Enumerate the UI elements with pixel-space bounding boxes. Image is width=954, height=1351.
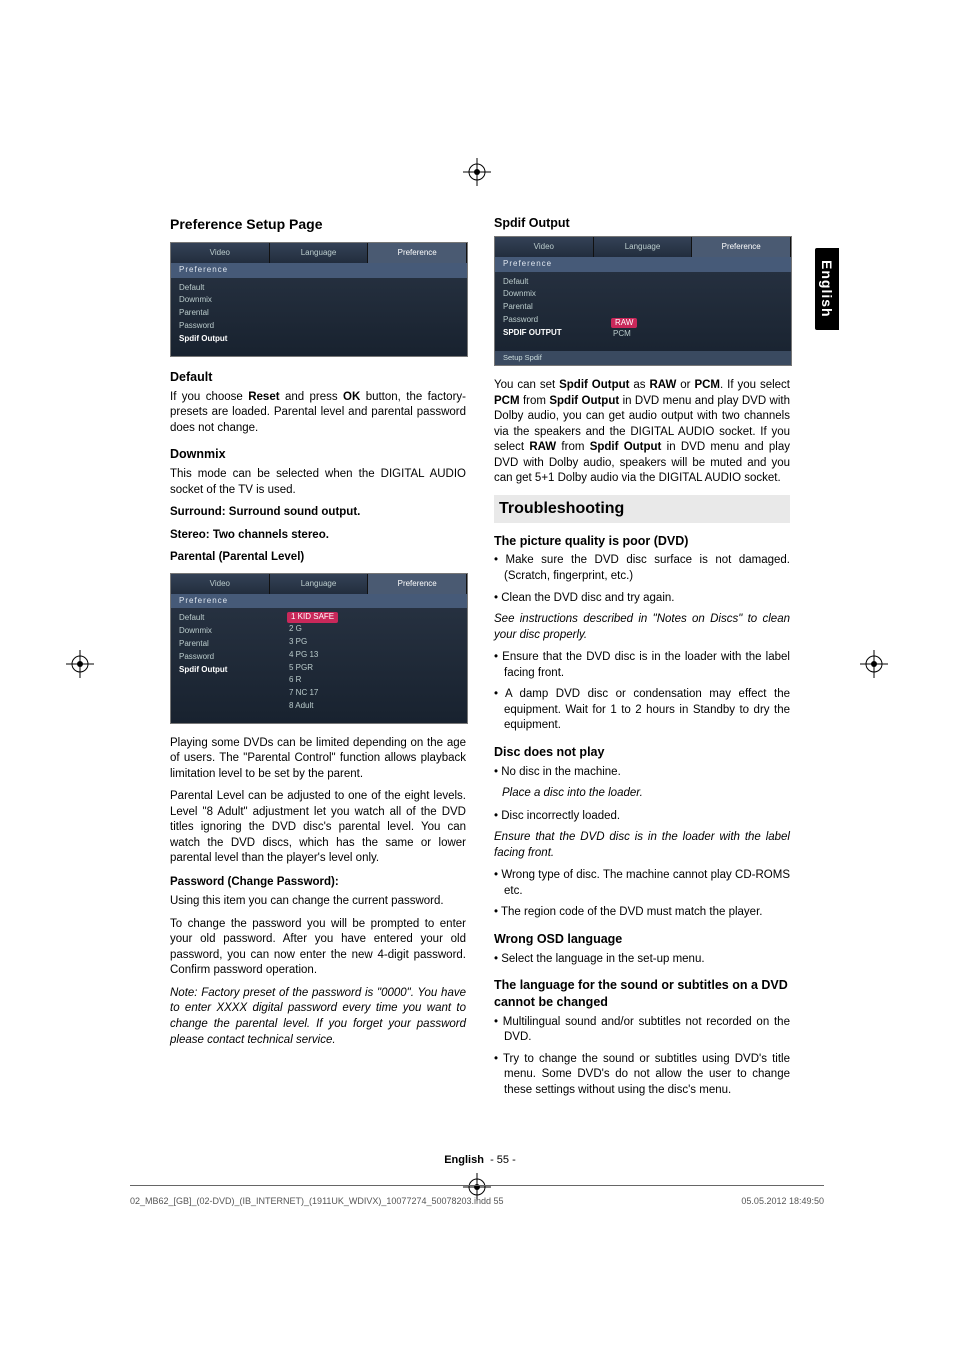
osd-screenshot-preference: Video Language Preference Preference Def… [170,242,468,357]
bold-line: Surround: Surround sound output. [170,505,466,521]
osd-tab-selected: Preference [692,237,791,257]
osd-item: Password [501,314,601,327]
heading-picture-poor: The picture quality is poor (DVD) [494,533,790,550]
heading-language-subtitles: The language for the sound or subtitles … [494,977,790,1011]
list-item: Clean the DVD disc and try again. [494,591,790,607]
print-filename: 02_MB62_[GB]_(02-DVD)_(IB_INTERNET)_(191… [130,1196,504,1206]
note-paragraph: Note: Factory preset of the password is … [170,986,466,1048]
paragraph: This mode can be selected when the DIGIT… [170,467,466,498]
osd-level: 6 R [287,674,461,687]
osd-item-active: SPDIF OUTPUT [501,327,601,340]
osd-level: 7 NC 17 [287,687,461,700]
osd-item: Default [501,276,601,289]
list-item: Try to change the sound or subtitles usi… [494,1052,790,1099]
language-side-tab: English [815,248,839,330]
osd-tab: Video [171,574,270,594]
bullet-list: Make sure the DVD disc surface is not da… [494,553,790,606]
osd-item: Downmix [177,294,277,307]
bold-line: Stereo: Two channels stereo. [170,528,466,544]
heading-downmix: Downmix [170,446,466,463]
note-paragraph: Place a disc into the loader. [494,786,790,802]
list-item: No disc in the machine. [494,765,790,781]
osd-option: PCM [611,328,785,341]
osd-item-active: Spdif Output [177,333,277,346]
paragraph: To change the password you will be promp… [170,917,466,979]
bullet-list: Ensure that the DVD disc is in the loade… [494,650,790,734]
osd-tab: Language [594,237,693,257]
registration-mark-icon [860,650,888,678]
bullet-list: Wrong type of disc. The machine cannot p… [494,868,790,921]
list-item: A damp DVD disc or condensation may effe… [494,687,790,734]
left-column: Preference Setup Page Video Language Pre… [170,215,466,1104]
osd-option-selected: RAW [611,318,637,329]
osd-tab: Language [270,574,369,594]
footer-pagenum: - 55 - [490,1154,516,1166]
registration-mark-icon [463,158,491,186]
list-item: Wrong type of disc. The machine cannot p… [494,868,790,899]
list-item: The region code of the DVD must match th… [494,905,790,921]
print-timestamp: 05.05.2012 18:49:50 [741,1196,824,1206]
osd-item: Password [177,651,277,664]
osd-item: Downmix [501,288,601,301]
osd-level: 4 PG 13 [287,649,461,662]
osd-tab: Video [495,237,594,257]
bullet-list: No disc in the machine. [494,765,790,781]
list-item: Multilingual sound and/or subtitles not … [494,1015,790,1046]
list-item: Make sure the DVD disc surface is not da… [494,553,790,584]
osd-level: 5 PGR [287,662,461,675]
registration-mark-icon [66,650,94,678]
osd-item: Default [177,612,277,625]
paragraph: Using this item you can change the curre… [170,894,466,910]
osd-band: Preference [171,263,467,278]
paragraph: If you choose Reset and press OK button,… [170,390,466,437]
osd-screenshot-spdif: Video Language Preference Preference Def… [494,236,792,367]
heading-troubleshooting: Troubleshooting [494,495,790,523]
heading-disc-noplay: Disc does not play [494,744,790,761]
osd-tab: Language [270,243,369,263]
manual-page: English Preference Setup Page Video Lang… [0,0,954,1351]
osd-tab-selected: Preference [368,243,467,263]
heading-preference-setup: Preference Setup Page [170,215,466,234]
osd-tab: Video [171,243,270,263]
footer-language: English [444,1154,484,1166]
bullet-list: Multilingual sound and/or subtitles not … [494,1015,790,1099]
list-item: Ensure that the DVD disc is in the loade… [494,650,790,681]
heading-password: Password (Change Password): [170,875,466,891]
osd-level: 8 Adult [287,700,461,713]
paragraph: Playing some DVDs can be limited dependi… [170,736,466,783]
heading-spdif: Spdif Output [494,215,790,232]
osd-item-active: Spdif Output [177,664,277,677]
footer-rule [130,1185,824,1186]
osd-tab-selected: Preference [368,574,467,594]
print-job-info: 02_MB62_[GB]_(02-DVD)_(IB_INTERNET)_(191… [130,1196,824,1206]
content-columns: Preference Setup Page Video Language Pre… [170,215,790,1104]
osd-level: 3 PG [287,636,461,649]
right-column: Spdif Output Video Language Preference P… [494,215,790,1104]
osd-item: Parental [177,638,277,651]
osd-item: Parental [501,301,601,314]
heading-wrong-osd: Wrong OSD language [494,931,790,948]
bullet-list: Select the language in the set-up menu. [494,952,790,968]
paragraph: You can set Spdif Output as RAW or PCM. … [494,378,790,487]
list-item: Select the language in the set-up menu. [494,952,790,968]
page-footer: English - 55 - [170,1154,790,1166]
bold-line: Parental (Parental Level) [170,550,466,566]
osd-band: Preference [171,594,467,609]
osd-footer: Setup Spdif [495,351,791,365]
list-item: Disc incorrectly loaded. [494,809,790,825]
osd-item: Password [177,320,277,333]
osd-item: Downmix [177,625,277,638]
osd-item: Default [177,282,277,295]
osd-screenshot-parental: Video Language Preference Preference Def… [170,573,468,724]
osd-level: 2 G [287,623,461,636]
osd-band: Preference [495,257,791,272]
bullet-list: Disc incorrectly loaded. [494,809,790,825]
note-paragraph: See instructions described in "Notes on … [494,612,790,643]
osd-level-selected: 1 KID SAFE [287,612,338,623]
heading-default: Default [170,369,466,386]
osd-item: Parental [177,307,277,320]
paragraph: Parental Level can be adjusted to one of… [170,789,466,867]
note-paragraph: Ensure that the DVD disc is in the loade… [494,830,790,861]
